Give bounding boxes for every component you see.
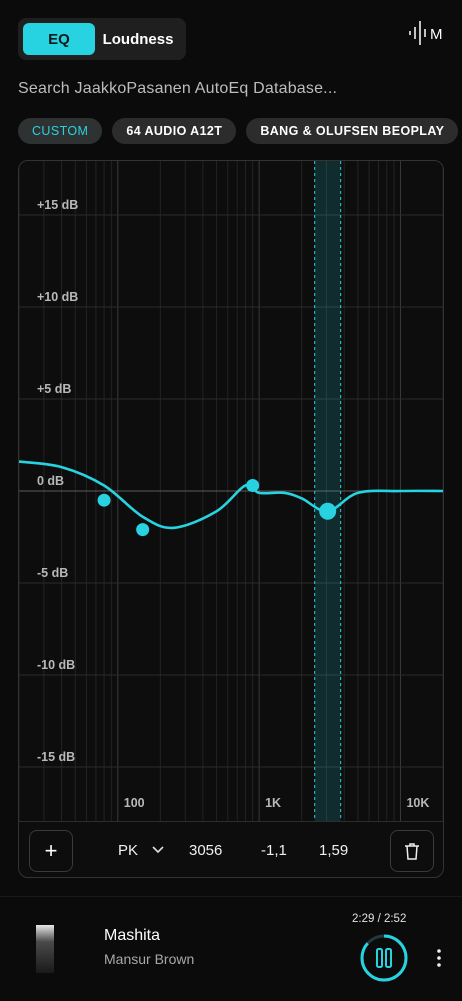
- filter-type-select[interactable]: PK: [118, 842, 138, 859]
- song-title: Mashita: [104, 927, 161, 944]
- eq-graph[interactable]: +15 dB +10 dB +5 dB 0 dB -5 dB -10 dB -15 dB 10…: [19, 161, 443, 821]
- y-tick-label: +15 dB: [37, 198, 78, 212]
- delete-band-button[interactable]: [390, 830, 434, 872]
- y-tick-label: -5 dB: [37, 566, 68, 580]
- chevron-down-icon: [152, 846, 164, 854]
- playback-time: 2:29 / 2:52: [352, 913, 407, 925]
- band-handle[interactable]: [246, 478, 260, 492]
- eq-panel: +15 dB +10 dB +5 dB 0 dB -5 dB -10 dB -15 dB 10…: [18, 160, 444, 878]
- chip-custom[interactable]: CUSTOM: [18, 118, 103, 144]
- chip-bang-olufsen[interactable]: BANG & OLUFSEN BEOPLAY: [246, 118, 459, 144]
- album-art[interactable]: [36, 925, 54, 973]
- x-tick-label: 100: [124, 796, 145, 810]
- band-editor: + PK 3056 -1,1 1,59: [19, 821, 443, 877]
- y-tick-label: +5 dB: [37, 382, 71, 396]
- artist-name: Mansur Brown: [104, 951, 195, 967]
- now-playing-bar[interactable]: Mashita Mansur Brown 2:29 / 2:52: [0, 896, 462, 1001]
- band-handle[interactable]: [97, 493, 111, 507]
- tab-loudness[interactable]: Loudness: [95, 23, 181, 55]
- band-frequency-value[interactable]: 3056: [189, 842, 222, 859]
- x-tick-label: 1K: [265, 796, 281, 810]
- add-band-button[interactable]: +: [29, 830, 73, 872]
- y-tick-label: +10 dB: [37, 290, 78, 304]
- tab-eq[interactable]: EQ: [23, 23, 95, 55]
- brand-logo[interactable]: M: [408, 20, 448, 46]
- eq-response-curve: [19, 460, 443, 530]
- band-gain-value[interactable]: -1,1: [261, 842, 287, 859]
- play-pause-button[interactable]: [359, 933, 409, 983]
- selected-band-region: [314, 161, 341, 821]
- trash-icon: [405, 843, 419, 860]
- preset-chips: CUSTOM 64 AUDIO A12T BANG & OLUFSEN BEOPLA…: [18, 118, 462, 144]
- y-tick-label: -15 dB: [37, 750, 75, 764]
- search-input[interactable]: Search JaakkoPasanen AutoEq Database...: [18, 80, 438, 98]
- band-handle[interactable]: [136, 523, 150, 537]
- brand-letter: M: [430, 26, 443, 43]
- chip-64-audio-a12t[interactable]: 64 AUDIO A12T: [112, 118, 237, 144]
- y-tick-label: 0 dB: [37, 474, 64, 488]
- x-tick-label: 10K: [406, 796, 429, 810]
- band-handle[interactable]: [319, 502, 337, 520]
- y-tick-label: -10 dB: [37, 658, 75, 672]
- pause-icon: [376, 948, 383, 968]
- mode-tabs: EQ Loudness: [18, 18, 186, 60]
- band-q-value[interactable]: 1,59: [319, 842, 348, 859]
- more-options-icon[interactable]: [436, 949, 442, 967]
